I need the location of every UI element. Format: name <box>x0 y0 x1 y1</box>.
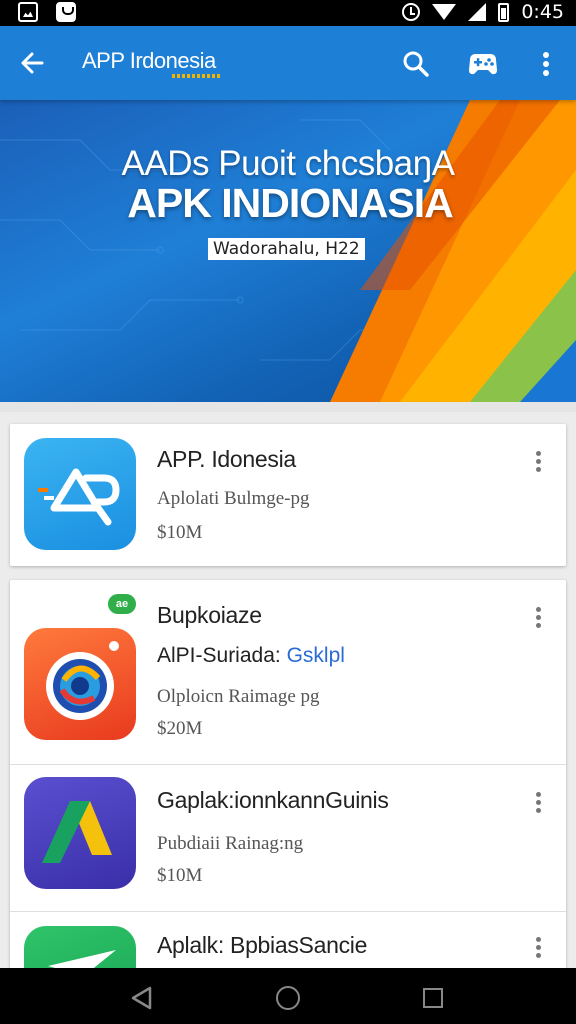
triangle-drive-icon <box>24 777 136 889</box>
app-name: Bupkoiaze <box>157 602 262 628</box>
app-meta: Olploicn Raimage pg <box>157 686 320 707</box>
app-card[interactable]: APP. Idonesia Aplolati Bulmge-pg $10M <box>10 424 566 566</box>
shop-icon <box>56 2 76 22</box>
search-icon[interactable] <box>398 46 434 82</box>
app-subtitle: AlPI-Suriada: Gsklpl <box>157 644 345 668</box>
green-send-icon <box>24 926 136 970</box>
banner-title: APK INDIONASIA <box>127 180 453 226</box>
promo-banner[interactable]: AADs Puoit chcsbaŋA APK INDIONASIA Wador… <box>0 100 576 402</box>
app-bar-title: APP Irdonesia <box>82 48 216 73</box>
nav-home-icon[interactable] <box>276 986 300 1010</box>
list-item[interactable]: ae Bupkoiaze AlPI-Suriada: Gsklpl Olploi… <box>10 580 566 764</box>
nav-recents-icon[interactable] <box>423 988 443 1008</box>
more-options-icon[interactable] <box>528 448 548 476</box>
more-options-icon[interactable] <box>528 604 548 632</box>
gamepad-icon[interactable] <box>464 46 502 82</box>
app-name: APP. Idonesia <box>157 446 296 472</box>
new-badge: ae <box>108 594 136 614</box>
developer-link[interactable]: Gsklpl <box>287 644 345 667</box>
signal-icon <box>468 3 487 21</box>
ap-logo-icon <box>24 438 136 550</box>
list-item[interactable]: Gaplak:ionnkannGuinis Pubdiaii Rainag:ng… <box>10 765 566 911</box>
app-price: $10M <box>157 865 203 886</box>
alarm-icon <box>402 3 421 21</box>
app-developer: AlPI-Suriada: <box>157 644 281 667</box>
more-options-icon[interactable] <box>528 934 548 962</box>
more-options-icon[interactable] <box>528 789 548 817</box>
section-divider <box>0 402 576 412</box>
more-vert-icon[interactable] <box>532 46 560 82</box>
status-time: 0:45 <box>521 1 564 23</box>
app-price: $10M <box>157 522 203 543</box>
app-list-card: ae Bupkoiaze AlPI-Suriada: Gsklpl Olploi… <box>10 580 566 970</box>
list-item[interactable]: Aplalk: BpbiasSancie <box>10 912 566 970</box>
battery-icon <box>498 2 510 22</box>
camera-lens-icon <box>24 628 136 740</box>
nav-back-icon[interactable] <box>130 986 154 1010</box>
navigation-bar <box>0 968 576 1024</box>
banner-headline: AADs Puoit chcsbaŋA <box>121 144 455 183</box>
back-arrow-icon[interactable] <box>14 44 52 82</box>
status-bar: 0:45 <box>0 0 576 26</box>
app-bar: APP Irdonesia <box>0 26 576 100</box>
app-meta: Pubdiaii Rainag:ng <box>157 833 304 854</box>
app-meta: Aplolati Bulmge-pg <box>157 488 310 509</box>
app-name: Aplalk: BpbiasSancie <box>157 932 368 958</box>
app-price: $20M <box>157 718 203 739</box>
app-bar-subtitle-decoration <box>172 74 220 78</box>
gallery-icon <box>18 2 38 22</box>
app-name: Gaplak:ionnkannGuinis <box>157 787 389 813</box>
banner-badge: Wadorahalu, H22 <box>208 238 365 260</box>
wifi-icon <box>432 4 457 20</box>
